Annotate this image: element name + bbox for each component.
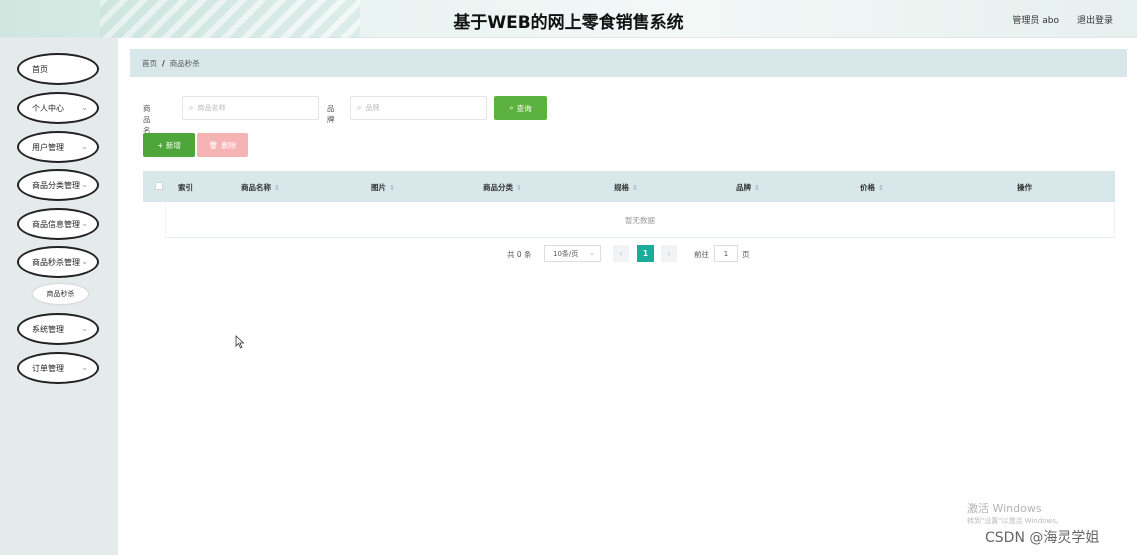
column-header-name[interactable]: 商品名称 ⇕	[241, 182, 280, 193]
column-header-price[interactable]: 价格 ⇕	[860, 182, 884, 193]
brand-label: 品牌	[327, 104, 335, 124]
trash-icon: 🗑	[208, 140, 219, 150]
column-header-brand[interactable]: 品牌 ⇕	[736, 182, 760, 193]
sidebar-item-product-info[interactable]: 商品信息管理 ⌄	[17, 208, 99, 240]
current-user: 管理员 abo	[1012, 16, 1059, 26]
sidebar-item-category[interactable]: 商品分类管理 ⌄	[17, 169, 99, 201]
chevron-down-icon: ⌄	[81, 103, 88, 112]
empty-state: 暂无数据	[625, 216, 655, 225]
search-icon: ⌕	[189, 103, 194, 112]
delete-button[interactable]: 🗑 删除	[197, 133, 248, 157]
page-size-value: 10条/页	[553, 249, 579, 258]
page-size-select[interactable]: 10条/页 ⌄	[544, 245, 601, 262]
column-header-category[interactable]: 商品分类 ⇕	[483, 182, 522, 193]
sort-icon: ⇕	[389, 184, 395, 192]
select-all-checkbox[interactable]	[155, 182, 163, 190]
chevron-down-icon: ⌄	[81, 363, 88, 372]
current-page[interactable]: 1	[637, 245, 654, 262]
next-page-button[interactable]: ›	[661, 245, 677, 262]
chevron-down-icon: ⌄	[81, 219, 88, 228]
query-button[interactable]: ⌕ 查询	[494, 96, 547, 120]
sort-icon: ⇕	[878, 184, 884, 192]
sidebar-item-label: 系统管理	[32, 324, 64, 334]
product-name-input[interactable]: ⌕ 商品名称	[182, 96, 319, 120]
chevron-down-icon: ⌄	[81, 180, 88, 189]
column-header-actions: 操作	[1017, 183, 1032, 192]
search-icon: ⌕	[357, 103, 362, 112]
brand-placeholder: 品牌	[365, 104, 380, 112]
sidebar-item-home[interactable]: 首页	[17, 53, 99, 85]
breadcrumb: 首页 / 商品秒杀	[130, 49, 1127, 77]
sidebar-subitem-flash-sale[interactable]: 商品秒杀	[33, 284, 88, 304]
logout-link[interactable]: 退出登录	[1077, 13, 1113, 26]
column-header-index: 索引	[178, 183, 193, 192]
top-header: 基于WEB的网上零食销售系统 管理员 abo 退出登录	[0, 0, 1137, 38]
table-header: 索引 商品名称 ⇕ 图片 ⇕ 商品分类 ⇕ 规格 ⇕ 品牌 ⇕ 价格 ⇕ 操作	[143, 171, 1115, 202]
mouse-cursor-icon	[235, 335, 245, 349]
goto-page-input[interactable]: 1	[714, 245, 738, 262]
sidebar-item-label: 商品秒杀管理	[32, 257, 80, 267]
sort-icon: ⇕	[516, 184, 522, 192]
column-header-image[interactable]: 图片 ⇕	[371, 182, 395, 193]
sidebar-item-label: 商品信息管理	[32, 219, 80, 229]
search-icon: ⌕	[509, 103, 514, 112]
sidebar-item-label: 个人中心	[32, 103, 64, 113]
delete-button-label: 删除	[221, 140, 237, 150]
sidebar-item-system[interactable]: 系统管理 ⌄	[17, 313, 99, 345]
sidebar-item-flash-sale[interactable]: 商品秒杀管理 ⌄	[17, 246, 99, 278]
breadcrumb-separator: /	[162, 58, 165, 68]
sort-icon: ⇕	[274, 184, 280, 192]
windows-activation-hint: 转到"设置"以激活 Windows。	[967, 517, 1063, 525]
goto-label: 前往	[694, 250, 709, 259]
chevron-down-icon: ⌄	[589, 249, 595, 257]
breadcrumb-home[interactable]: 首页	[142, 58, 157, 69]
csdn-watermark: CSDN @海灵学姐	[985, 530, 1100, 546]
brand-input[interactable]: ⌕ 品牌	[350, 96, 487, 120]
prev-page-button[interactable]: ‹	[613, 245, 629, 262]
sidebar-item-orders[interactable]: 订单管理 ⌄	[17, 352, 99, 384]
chevron-down-icon: ⌄	[81, 257, 88, 266]
windows-activation-title: 激活 Windows	[967, 502, 1042, 515]
page-unit: 页	[742, 250, 750, 259]
sidebar-item-label: 用户管理	[32, 142, 64, 152]
chevron-down-icon: ⌄	[81, 324, 88, 333]
breadcrumb-current: 商品秒杀	[169, 58, 200, 68]
sidebar-item-users[interactable]: 用户管理 ⌄	[17, 131, 99, 163]
sidebar-item-label: 订单管理	[32, 363, 64, 373]
sort-icon: ⇕	[632, 184, 638, 192]
table-body: 暂无数据	[165, 202, 1115, 238]
sort-icon: ⇕	[754, 184, 760, 192]
sidebar-item-label: 商品分类管理	[32, 180, 80, 190]
sidebar-item-label: 首页	[32, 64, 48, 74]
column-header-spec[interactable]: 规格 ⇕	[614, 182, 638, 193]
product-name-placeholder: 商品名称	[197, 104, 226, 112]
add-button[interactable]: + 新增	[143, 133, 195, 157]
app-title: 基于WEB的网上零食销售系统	[453, 13, 684, 33]
chevron-down-icon: ⌄	[81, 142, 88, 151]
query-button-label: 查询	[516, 103, 532, 113]
sidebar-item-profile[interactable]: 个人中心 ⌄	[17, 92, 99, 124]
total-count: 共 0 条	[507, 250, 532, 259]
